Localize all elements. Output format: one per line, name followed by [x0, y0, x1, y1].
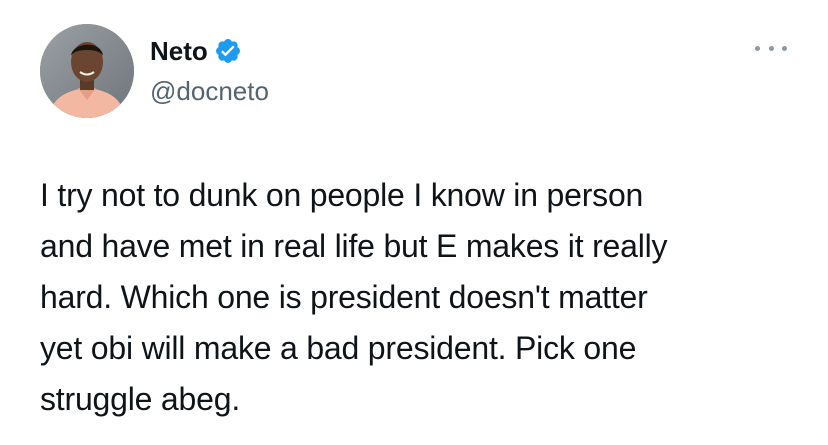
tweet-text-line: hard. Which one is president doesn't mat… — [40, 279, 648, 315]
author-name-row[interactable]: Neto — [150, 34, 242, 68]
more-dot — [768, 45, 774, 51]
avatar[interactable] — [40, 24, 134, 118]
more-dot — [782, 45, 787, 51]
tweet-text-line: yet obi will make a bad president. Pick … — [40, 330, 637, 366]
tweet-text-line: I try not to dunk on people I know in pe… — [40, 177, 644, 213]
tweet-card: Neto @docneto I try not to dunk on peopl… — [0, 0, 828, 445]
more-options-icon[interactable] — [755, 38, 787, 58]
tweet-text: I try not to dunk on people I know in pe… — [40, 170, 800, 425]
author-display-name[interactable]: Neto — [150, 34, 208, 68]
author-handle[interactable]: @docneto — [150, 74, 269, 108]
avatar-image — [40, 24, 134, 118]
tweet-text-line: struggle abeg. — [40, 381, 241, 417]
verified-badge-icon — [214, 37, 242, 65]
more-dot — [755, 45, 760, 51]
tweet-text-line: and have met in real life but E makes it… — [40, 228, 668, 264]
